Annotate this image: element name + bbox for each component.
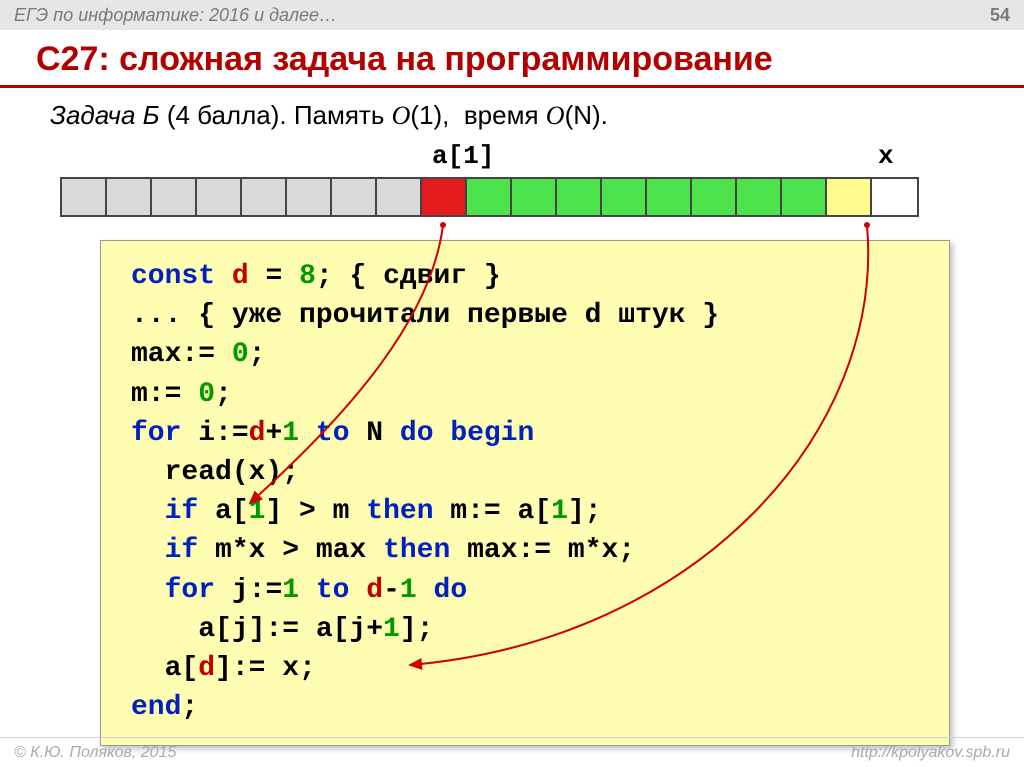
page-number: 54 (990, 0, 1010, 30)
array-cell (377, 179, 422, 215)
slide: { "header": { "breadcrumb": "ЕГЭ по инфо… (0, 0, 1024, 767)
array-cell (647, 179, 692, 215)
breadcrumb: ЕГЭ по информатике: 2016 и далее… (14, 0, 337, 30)
time-o: O (546, 101, 565, 130)
array-cell (422, 179, 467, 215)
array-cell (827, 179, 872, 215)
mem-label: Память (294, 100, 385, 130)
array-cell (467, 179, 512, 215)
time-arg: (N). (565, 100, 608, 130)
mem-o: O (392, 101, 411, 130)
code-line-10: a[j]:= a[j+1]; (131, 610, 919, 649)
array-cell (692, 179, 737, 215)
page-title: C27: сложная задача на программирование (0, 30, 1024, 88)
array-cell (872, 179, 917, 215)
array-cell (512, 179, 557, 215)
array-cell (287, 179, 332, 215)
code-line-1: const d = 8; { сдвиг } (131, 257, 919, 296)
time-label: время (464, 100, 539, 130)
code-line-11: a[d]:= x; (131, 649, 919, 688)
code-line-5: for i:=d+1 to N do begin (131, 414, 919, 453)
array-cell (602, 179, 647, 215)
array-cell (782, 179, 827, 215)
subtitle: Задача Б (4 балла). Память O(1), время O… (0, 96, 1024, 141)
array-cell (557, 179, 602, 215)
task-name: Задача Б (50, 100, 160, 130)
code-line-7: if a[1] > m then m:= a[1]; (131, 492, 919, 531)
array-cell (242, 179, 287, 215)
top-bar: ЕГЭ по информатике: 2016 и далее… 54 (0, 0, 1024, 30)
footer: © К.Ю. Поляков, 2015 http://kpolyakov.sp… (0, 737, 1024, 767)
array-cell (197, 179, 242, 215)
array-cell (332, 179, 377, 215)
code-line-8: if m*x > max then max:= m*x; (131, 531, 919, 570)
code-line-9: for j:=1 to d-1 do (131, 571, 919, 610)
code-line-6: read(x); (131, 453, 919, 492)
array-cell (737, 179, 782, 215)
array-strip (60, 177, 919, 217)
code-box: const d = 8; { сдвиг } ... { уже прочита… (100, 240, 950, 746)
code-line-12: end; (131, 688, 919, 727)
array-cell (62, 179, 107, 215)
label-x: x (878, 141, 894, 171)
mem-arg: (1), (410, 100, 449, 130)
copyright: © К.Ю. Поляков, 2015 (14, 738, 176, 767)
array-cell (107, 179, 152, 215)
code-line-4: m:= 0; (131, 375, 919, 414)
score: (4 балла). (167, 100, 287, 130)
footer-url: http://kpolyakov.spb.ru (851, 738, 1010, 767)
array-cell (152, 179, 197, 215)
code-line-2: ... { уже прочитали первые d штук } (131, 296, 919, 335)
code-line-3: max:= 0; (131, 335, 919, 374)
array-strip-area: a[1] x (0, 141, 1024, 231)
label-a1: a[1] (432, 141, 494, 171)
